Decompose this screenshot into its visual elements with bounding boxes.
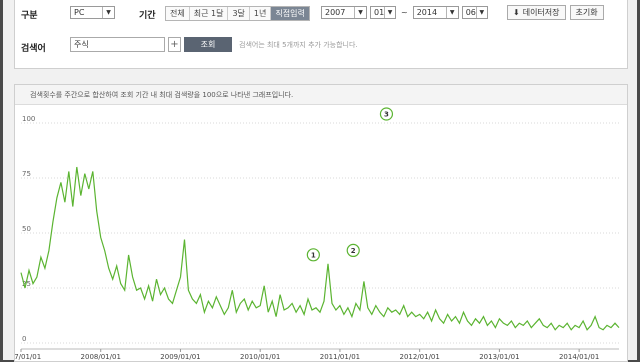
save-data-label: 데이터저장	[522, 8, 560, 17]
filter-panel: 구분 PC ▼ 기간 전체 최근 1달 3달 1년 직접입력 2007 ▼ 01…	[14, 0, 628, 69]
chevron-down-icon: ▼	[445, 7, 458, 18]
annotation-label: 3	[384, 111, 389, 119]
from-year-value: 2007	[325, 8, 346, 17]
period-buttons: 전체 최근 1달 3달 1년 직접입력	[165, 6, 310, 21]
annotation-label: 2	[351, 247, 356, 255]
to-year-select[interactable]: 2014 ▼	[412, 6, 459, 19]
download-icon: ⬇	[513, 8, 520, 17]
reset-button[interactable]: 초기화	[569, 5, 604, 20]
plus-icon: +	[170, 39, 179, 50]
search-button[interactable]: 조회	[184, 37, 232, 52]
chevron-down-icon: ▼	[102, 7, 114, 18]
line-chart-svg: 10075502502007/01/012008/01/012009/01/01…	[15, 107, 620, 361]
period-all-button[interactable]: 전체	[166, 7, 190, 20]
from-year-select[interactable]: 2007 ▼	[321, 6, 367, 19]
to-year-value: 2014	[416, 8, 438, 17]
from-month-value: 01	[374, 8, 385, 17]
keyword-label: 검색어	[21, 44, 46, 54]
category-select[interactable]: PC ▼	[70, 6, 115, 19]
keyword-input[interactable]: 주식	[70, 37, 165, 52]
annotation-label: 1	[311, 251, 316, 259]
y-tick-label: 100	[22, 115, 35, 123]
save-data-button[interactable]: ⬇ 데이터저장	[507, 5, 566, 20]
period-1month-button[interactable]: 최근 1달	[189, 7, 229, 20]
period-3months-button[interactable]: 3달	[228, 7, 250, 20]
chevron-down-icon: ▼	[354, 7, 366, 18]
period-custom-button[interactable]: 직접입력	[271, 7, 309, 20]
chevron-down-icon: ▼	[475, 7, 487, 18]
add-keyword-button[interactable]: +	[168, 37, 181, 52]
range-separator: ~	[401, 8, 408, 17]
keyword-value: 주식	[74, 40, 89, 49]
keyword-hint: 검색어는 최대 5개까지 추가 가능합니다.	[239, 40, 358, 49]
y-tick-label: 75	[22, 170, 31, 178]
period-label: 기간	[139, 11, 156, 21]
series-line	[20, 166, 620, 331]
chevron-down-icon: ▼	[384, 7, 395, 18]
category-value: PC	[74, 8, 85, 17]
y-tick-label: 50	[22, 225, 31, 233]
category-label: 구분	[21, 11, 38, 21]
filter-row-top: 구분	[21, 8, 38, 21]
to-month-value: 06	[465, 8, 476, 17]
trend-chart: 검색횟수를 주간으로 합산하여 조회 기간 내 최대 검색량을 100으로 나타…	[14, 84, 628, 362]
to-month-select[interactable]: 06 ▼	[461, 6, 488, 19]
reset-label: 초기화	[575, 8, 598, 17]
y-tick-label: 0	[22, 335, 26, 343]
period-1year-button[interactable]: 1년	[249, 7, 272, 20]
from-month-select[interactable]: 01 ▼	[370, 6, 396, 19]
